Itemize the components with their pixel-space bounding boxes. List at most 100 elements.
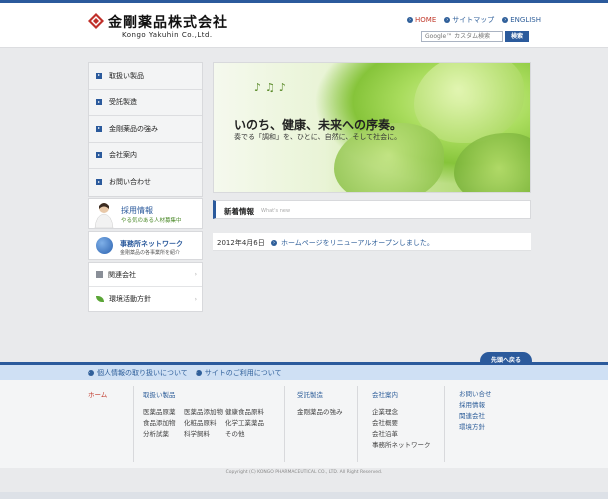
chevron-right-icon: ›	[194, 295, 197, 303]
sidebar-item-environment[interactable]: 環境活動方針 ›	[89, 287, 202, 311]
site-footer: ホーム 取扱い製品 医薬品原薬 医薬品添加物 健康食品原料 食品添加物 化粧品原…	[0, 380, 608, 468]
footer-col-products: 取扱い製品 医薬品原薬 医薬品添加物 健康食品原料 食品添加物 化粧品原料 化学…	[143, 390, 267, 440]
news-link[interactable]: › ホームページをリニューアルオープンしました。	[271, 238, 434, 248]
home-link-label: HOME	[415, 16, 437, 24]
hero-banner: ♪♫♪ いのち、健康、未来への序奏。 奏でる「調和」を、ひとに、自然に、そして社…	[213, 62, 531, 193]
footer-col-company: 会社案内 企業理念 会社概要 会社沿革 事務所ネットワーク	[372, 390, 431, 451]
office-network-banner[interactable]: 事務所ネットワーク 金剛薬品の各事業所を紹介	[88, 231, 203, 260]
sidebar-item-affiliates[interactable]: 関連会社 ›	[89, 263, 202, 287]
footer-product-link[interactable]: 医薬品原薬	[143, 407, 184, 418]
recruit-title: 採用情報	[121, 206, 153, 215]
sidebar-item-label: 受託製造	[109, 98, 137, 107]
hero-subtitle: 奏でる「調和」を、ひとに、自然に、そして社会に。	[234, 133, 402, 141]
news-header: 新着情報 What's new	[213, 200, 531, 219]
footer-contract-head[interactable]: 受託製造	[297, 390, 343, 401]
sidebar-item-label: 関連会社	[108, 270, 136, 279]
company-name-en: Kongo Yakuhin Co.,Ltd.	[122, 31, 213, 39]
footer-product-link[interactable]: 食品添加物	[143, 418, 184, 429]
network-subtitle: 金剛薬品の各事業所を紹介	[120, 250, 181, 256]
footer-products-head[interactable]: 取扱い製品	[143, 390, 267, 401]
sidebar-item-contract[interactable]: 受託製造	[89, 90, 202, 116]
news-item: 2012年4月6日 › ホームページをリニューアルオープンしました。	[213, 233, 531, 251]
policy-bar: › 個人情報の取り扱いについて › サイトのご利用について	[0, 365, 608, 380]
arrow-square-icon	[96, 72, 102, 79]
footer-recruit-link[interactable]: 採用情報	[459, 400, 492, 411]
sitemap-link[interactable]: › サイトマップ	[444, 15, 494, 25]
arrow-circle-icon: ›	[88, 370, 94, 376]
footer-home-link[interactable]: ホーム	[88, 390, 107, 401]
home-link[interactable]: › HOME	[407, 15, 436, 25]
footer-divider	[284, 386, 285, 462]
footer-company-link[interactable]: 会社沿革	[372, 429, 431, 440]
sidebar-item-contact[interactable]: お問い合わせ	[89, 169, 202, 196]
footer-product-link[interactable]: 分析試薬	[143, 429, 184, 440]
hero-title: いのち、健康、未来への序奏。	[234, 118, 403, 132]
search-button[interactable]: 検索	[505, 31, 529, 42]
footer-product-link[interactable]: 化学工業薬品	[225, 418, 267, 429]
footer-company-link[interactable]: 会社概要	[372, 418, 431, 429]
network-title: 事務所ネットワーク	[120, 240, 183, 248]
footer-divider	[357, 386, 358, 462]
arrow-circle-icon: ›	[195, 370, 202, 376]
footer-product-link[interactable]: 化粧品原料	[184, 418, 225, 429]
arrow-square-icon	[96, 99, 102, 106]
music-notes-icon: ♪♫♪	[254, 81, 290, 94]
news-text: ホームページをリニューアルオープンしました。	[281, 239, 434, 247]
sidebar-item-strengths[interactable]: 金剛薬品の強み	[89, 116, 202, 143]
arrow-square-icon	[96, 179, 102, 186]
search-input[interactable]	[421, 31, 503, 42]
bottom-strip	[0, 492, 608, 499]
header-links: › HOME › サイトマップ › ENGLISH	[407, 15, 541, 25]
news-title-en: What's new	[261, 208, 291, 214]
arrow-circle-icon: ›	[444, 17, 451, 23]
company-logo-icon[interactable]	[88, 13, 104, 29]
arrow-square-icon	[96, 125, 102, 132]
sidebar-item-label: 環境活動方針	[109, 295, 151, 303]
english-link[interactable]: › ENGLISH	[502, 15, 541, 25]
globe-icon	[96, 237, 113, 254]
company-name-jp[interactable]: 金剛薬品株式会社	[108, 12, 228, 32]
terms-of-use-link[interactable]: › サイトのご利用について	[195, 368, 282, 378]
footer-product-link[interactable]: 医薬品添加物	[184, 407, 225, 418]
person-photo-icon	[94, 203, 114, 228]
sidebar-item-company[interactable]: 会社案内	[89, 143, 202, 169]
footer-company-link[interactable]: 企業理念	[372, 407, 431, 418]
sidebar-item-label: 会社案内	[109, 151, 137, 160]
privacy-policy-label: 個人情報の取り扱いについて	[97, 369, 188, 377]
footer-col-home: ホーム	[88, 390, 107, 401]
recruit-subtitle: やる気のある人材募集中	[121, 218, 182, 224]
sidebar-item-products[interactable]: 取扱い製品	[89, 63, 202, 90]
footer-product-link[interactable]: その他	[225, 429, 267, 440]
copyright: Copyright (C) KONGO PHARMACEUTICAL CO., …	[225, 470, 383, 475]
footer-company-link[interactable]: 事務所ネットワーク	[372, 440, 431, 451]
footer-product-link[interactable]: 健康食品原料	[225, 407, 267, 418]
footer-divider	[444, 386, 445, 462]
building-icon	[96, 271, 103, 278]
arrow-circle-icon: ›	[271, 240, 277, 246]
sidebar-item-label: お問い合わせ	[109, 178, 151, 187]
news-date: 2012年4月6日	[217, 239, 265, 247]
footer-divider	[133, 386, 134, 462]
sitemap-link-label: サイトマップ	[452, 16, 495, 24]
sidebar-nav: 取扱い製品 受託製造 金剛薬品の強み 会社案内 お問い合わせ	[88, 62, 203, 197]
arrow-circle-icon: ›	[407, 17, 413, 23]
leaf-icon	[96, 296, 104, 302]
terms-of-use-label: サイトのご利用について	[204, 369, 282, 377]
privacy-policy-link[interactable]: › 個人情報の取り扱いについて	[88, 368, 188, 378]
arrow-circle-icon: ›	[502, 17, 509, 23]
sidebar-sublinks: 関連会社 › 環境活動方針 ›	[88, 262, 203, 312]
footer-company-head[interactable]: 会社案内	[372, 390, 431, 401]
news-title: 新着情報	[224, 207, 254, 216]
footer-col-contract: 受託製造 金剛薬品の強み	[297, 390, 343, 418]
footer-environment-link[interactable]: 環境方針	[459, 422, 492, 433]
footer-product-link[interactable]: 科学飼料	[184, 429, 225, 440]
sidebar-item-label: 取扱い製品	[109, 71, 144, 80]
recruit-banner[interactable]: 採用情報 やる気のある人材募集中	[88, 198, 203, 229]
arrow-square-icon	[96, 152, 102, 159]
footer-col-others: お問い合せ 採用情報 関連会社 環境方針	[459, 389, 492, 433]
site-header: 金剛薬品株式会社 Kongo Yakuhin Co.,Ltd. › HOME › サ…	[0, 3, 608, 48]
sidebar-item-label: 金剛薬品の強み	[109, 124, 158, 133]
footer-affiliates-link[interactable]: 関連会社	[459, 411, 492, 422]
footer-contract-link[interactable]: 金剛薬品の強み	[297, 407, 343, 418]
footer-contact-link[interactable]: お問い合せ	[459, 389, 492, 400]
